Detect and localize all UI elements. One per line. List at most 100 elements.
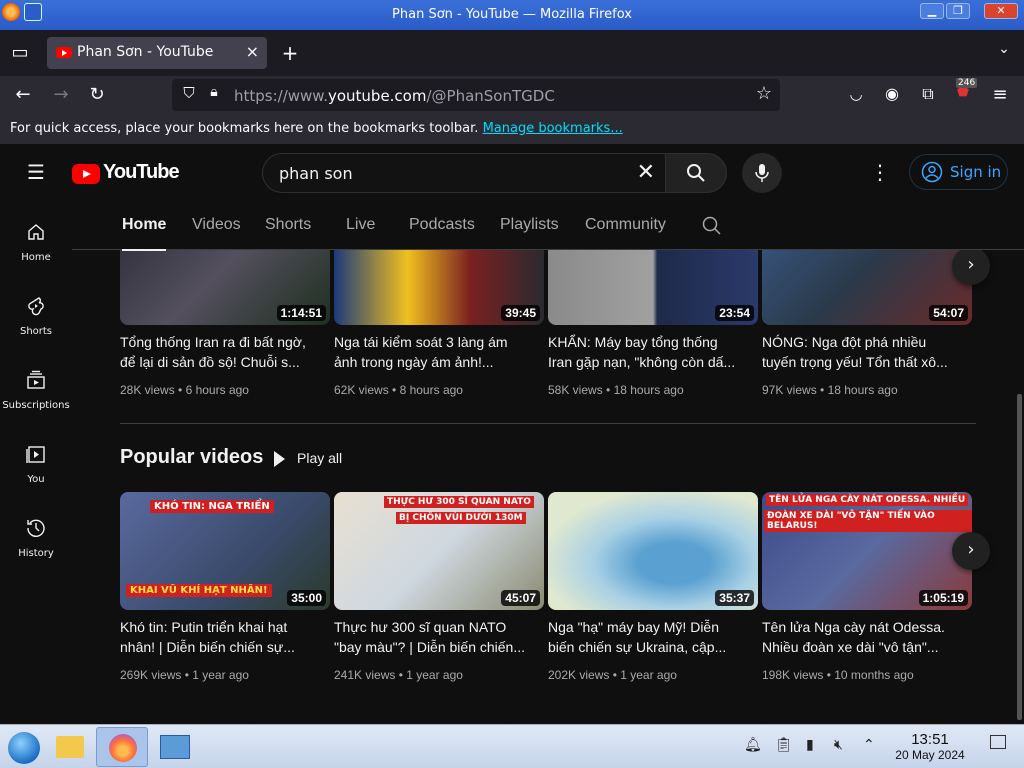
video-meta: 28K views • 6 hours ago [120, 383, 249, 397]
guide-item-subscriptions[interactable]: Subscriptions [0, 364, 72, 430]
video-title[interactable]: KHẨN: Máy bay tổng thống Iran gặp nạn, "k… [548, 332, 748, 372]
taskbar-firefox[interactable] [96, 727, 148, 767]
thumbnail-banner: THỰC HƯ 300 SĨ QUAN NATO [384, 496, 534, 508]
taskbar-control-panel[interactable] [150, 727, 200, 767]
video-thumbnail[interactable]: KHÓ TIN: NGA TRIỂN KHAI VŨ KHÍ HẠT NHÂN!… [120, 492, 330, 610]
minimize-button[interactable]: ▁ [920, 3, 944, 19]
guide-item-shorts[interactable]: Shorts [0, 290, 72, 356]
guide-item-you[interactable]: You [0, 438, 72, 504]
url-bar[interactable]: ⛉ 🔒︎ https://www.youtube.com/@PhanSonTGD… [172, 79, 780, 111]
video-duration: 35:37 [715, 590, 754, 606]
extensions-icon[interactable]: ⧉ [918, 84, 938, 104]
bookmark-star-icon[interactable]: ☆ [754, 83, 774, 104]
thumbnail-banner: BỊ CHÔN VÙI DƯỚI 130M [396, 512, 526, 524]
video-meta: 202K views • 1 year ago [548, 668, 677, 682]
video-meta: 198K views • 10 months ago [762, 668, 914, 682]
video-meta: 62K views • 8 hours ago [334, 383, 463, 397]
tab-videos[interactable]: Videos [192, 216, 241, 234]
tab-home[interactable]: Home [122, 216, 167, 251]
popular-videos-title[interactable]: Popular videos [120, 446, 263, 469]
firefox-view-icon[interactable]: ▭ [10, 42, 30, 63]
manage-bookmarks-link[interactable]: Manage bookmarks... [483, 121, 623, 136]
guide-menu-icon[interactable]: ☰ [24, 160, 48, 184]
tab-community[interactable]: Community [585, 216, 666, 234]
taskbar-file-manager[interactable] [46, 727, 96, 767]
home-icon [28, 224, 44, 240]
navigation-toolbar: ← → ↻ ⛉ 🔒︎ https://www.youtube.com/@Phan… [0, 76, 1024, 116]
app-menu-icon[interactable]: ≡ [990, 84, 1010, 105]
lock-icon[interactable]: 🔒︎ [206, 84, 222, 100]
clear-search-icon[interactable]: ✕ [637, 160, 655, 185]
muted-speaker-icon[interactable]: 🔇︎ [834, 737, 843, 753]
list-all-tabs-chevron-icon[interactable]: ⌄ [994, 41, 1014, 57]
video-title[interactable]: Nga "hạ" máy bay Mỹ! Diễn biến chiến sự U… [548, 617, 748, 657]
maximize-button[interactable]: ❐ [946, 3, 970, 19]
youtube-logo-icon[interactable] [72, 164, 100, 184]
play-icon [274, 451, 285, 468]
video-duration: 54:07 [929, 305, 968, 321]
tab-live[interactable]: Live [346, 216, 375, 234]
tracking-protection-shield-icon[interactable]: ⛉ [180, 84, 198, 102]
forward-button[interactable]: → [50, 84, 72, 105]
sign-in-button[interactable]: Sign in [909, 154, 1008, 190]
video-title[interactable]: NÓNG: Nga đột phá nhiều tuyến trọng yếu! … [762, 332, 962, 372]
start-button[interactable] [2, 727, 52, 767]
window-title: Phan Sơn - YouTube — Mozilla Firefox [392, 7, 632, 22]
guide-item-history[interactable]: History [0, 512, 72, 578]
subscriptions-icon [27, 370, 45, 389]
tab-shorts[interactable]: Shorts [265, 216, 311, 234]
reload-button[interactable]: ↻ [86, 84, 108, 105]
account-circle-icon [921, 161, 943, 183]
ublock-extension-icon[interactable]: ⬟ 246 [952, 78, 978, 100]
thumbnail-banner: KHAI VŨ KHÍ HẠT NHÂN! [126, 584, 272, 597]
video-duration: 23:54 [715, 305, 754, 321]
youtube-page: ☰ YouTube phan son ✕ ⋮ Sign in Home Shor… [0, 144, 1024, 724]
video-meta: 269K views • 1 year ago [120, 668, 249, 682]
channel-tabs: Home Videos Shorts Live Podcasts Playlis… [72, 202, 1024, 251]
back-button[interactable]: ← [12, 84, 34, 105]
guide-item-home[interactable]: Home [0, 216, 72, 282]
search-query[interactable]: phan son [279, 164, 353, 183]
clipboard-icon[interactable]: 📋︎ [775, 737, 793, 753]
folder-icon [56, 736, 84, 758]
pocket-icon[interactable]: ◡ [846, 85, 866, 103]
account-icon[interactable]: ◉ [882, 84, 902, 103]
video-title[interactable]: Tên lửa Nga cày nát Odessa. Nhiều đoàn xe… [762, 617, 962, 657]
guide-label: History [18, 548, 54, 559]
tab-podcasts[interactable]: Podcasts [409, 216, 475, 234]
tab-playlists[interactable]: Playlists [500, 216, 559, 234]
voice-search-button[interactable] [742, 153, 782, 193]
you-icon [26, 446, 45, 463]
video-title[interactable]: Nga tái kiểm soát 3 làng ám ảnh trong ngà… [334, 332, 534, 372]
new-tab-button[interactable]: + [280, 41, 300, 65]
video-thumbnail[interactable]: THỰC HƯ 300 SĨ QUAN NATO BỊ CHÔN VÙI DƯỚ… [334, 492, 544, 610]
video-thumbnail[interactable]: TÊN LỬA NGA CÀY NÁT ODESSA. NHIỀU ĐOÀN X… [762, 492, 972, 610]
close-window-button[interactable]: ✕ [984, 3, 1018, 19]
channel-search-icon[interactable] [702, 216, 722, 236]
tray-expand-chevron-icon[interactable]: ⌃ [863, 737, 875, 753]
page-scrollbar[interactable] [1017, 394, 1022, 720]
video-thumbnail[interactable]: 35:37 [548, 492, 758, 610]
video-title[interactable]: Khó tin: Putin triển khai hạt nhân! | Diễ… [120, 617, 320, 657]
youtube-logo-text[interactable]: YouTube [103, 161, 180, 184]
taskbar: 🔔︎ 📋︎ ▮ 🔇︎ ⌃ 13:51 20 May 2024 [0, 724, 1024, 768]
show-desktop-icon[interactable] [990, 735, 1006, 749]
search-input[interactable]: phan son ✕ [262, 153, 666, 193]
tab-youtube[interactable]: Phan Sơn - YouTube × [47, 37, 267, 69]
guide-label: You [27, 474, 45, 485]
play-all-button[interactable]: Play all [274, 450, 342, 468]
notification-bell-icon[interactable]: 🔔︎ [744, 737, 762, 753]
taskbar-clock[interactable]: 13:51 20 May 2024 [880, 731, 980, 762]
next-arrow-button[interactable]: › [952, 532, 990, 570]
battery-icon[interactable]: ▮ [806, 737, 814, 753]
settings-kebab-icon[interactable]: ⋮ [870, 160, 890, 184]
video-title[interactable]: Thực hư 300 sĩ quan NATO "bay màu"? | Diễ… [334, 617, 534, 657]
thumbnail-banner: KHÓ TIN: NGA TRIỂN [150, 500, 274, 513]
search-button[interactable] [665, 153, 727, 193]
video-title[interactable]: Tổng thống Iran ra đi bất ngờ, để lại di … [120, 332, 320, 372]
window-titlebar: Phan Sơn - YouTube — Mozilla Firefox ▁ ❐… [0, 0, 1024, 30]
url-text[interactable]: https://www.youtube.com/@PhanSonTGDC [234, 87, 555, 105]
extension-badge: 246 [956, 78, 978, 88]
next-arrow-button[interactable]: › [952, 247, 990, 285]
tab-close-icon[interactable]: × [246, 42, 259, 61]
